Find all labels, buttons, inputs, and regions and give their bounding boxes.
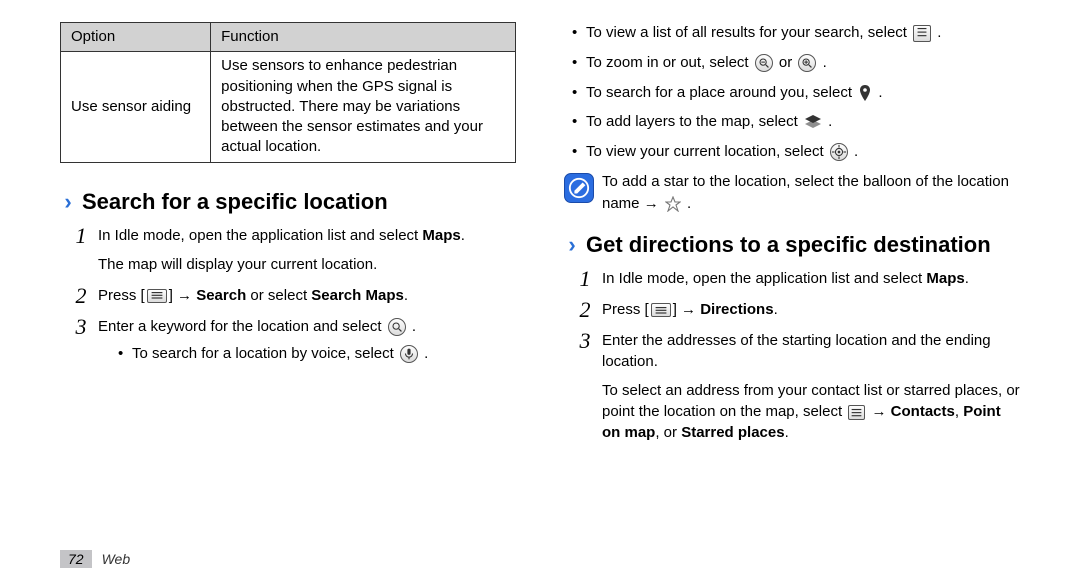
- bullet-item: To search for a location by voice, selec…: [118, 343, 516, 364]
- step-text: Enter a keyword for the location and sel…: [98, 318, 386, 335]
- option-starred-places: Starred places: [681, 424, 784, 441]
- step-item: 1 In Idle mode, open the application lis…: [78, 225, 516, 275]
- bullet-item: To search for a place around you, select…: [572, 82, 1020, 104]
- step-item: 2 Press [ ] → Directions.: [582, 299, 1020, 320]
- step-item: 1 In Idle mode, open the application lis…: [582, 268, 1020, 289]
- my-location-icon: [830, 143, 848, 161]
- chevron-right-icon: ›: [60, 189, 76, 215]
- section-heading: Get directions to a specific destination: [586, 232, 991, 258]
- step-item: 3 Enter the addresses of the starting lo…: [582, 330, 1020, 443]
- step-item: 3 Enter a keyword for the location and s…: [78, 316, 516, 364]
- step-sub-text: The map will display your current locati…: [98, 254, 516, 275]
- step-sub-text: To select an address from your contact l…: [602, 380, 1020, 443]
- app-name-maps: Maps: [422, 227, 460, 244]
- section-search-location: › Search for a specific location: [60, 189, 516, 215]
- bullet-item: To zoom in or out, select or .: [572, 52, 1020, 74]
- section-heading: Search for a specific location: [82, 189, 388, 215]
- bullet-item: To add layers to the map, select .: [572, 111, 1020, 133]
- note-box: To add a star to the location, select th…: [564, 171, 1020, 215]
- menu-key-icon: [147, 289, 167, 303]
- bullet-item: To view your current location, select .: [572, 141, 1020, 163]
- page-number: 72: [60, 550, 92, 568]
- option-cell: Use sensor aiding: [61, 52, 211, 162]
- table-row: Use sensor aiding Use sensors to enhance…: [61, 52, 516, 162]
- zoom-in-icon: [798, 54, 816, 72]
- list-icon: [848, 405, 865, 420]
- search-maps-label: Search Maps: [311, 287, 404, 304]
- table-header-function: Function: [211, 23, 516, 52]
- step-text: Press [: [98, 287, 145, 304]
- step-text: In Idle mode, open the application list …: [98, 227, 422, 244]
- bullet-list: To search for a location by voice, selec…: [118, 343, 516, 364]
- microphone-icon: [400, 345, 418, 363]
- menu-directions: Directions: [700, 301, 773, 318]
- bullet-list: To view a list of all results for your s…: [572, 22, 1020, 163]
- menu-key-icon: [651, 303, 671, 317]
- bullet-item: To view a list of all results for your s…: [572, 22, 1020, 44]
- menu-search: Search: [196, 287, 246, 304]
- chevron-right-icon: ›: [564, 232, 580, 258]
- option-contacts: Contacts: [891, 403, 955, 420]
- table-header-option: Option: [61, 23, 211, 52]
- places-icon: [858, 84, 872, 102]
- star-icon: [665, 196, 681, 212]
- section-directions: › Get directions to a specific destinati…: [564, 232, 1020, 258]
- section-label: Web: [102, 551, 131, 567]
- search-icon: [388, 318, 406, 336]
- zoom-out-icon: [755, 54, 773, 72]
- options-table: Option Function Use sensor aiding Use se…: [60, 22, 516, 163]
- layers-icon: [804, 114, 822, 130]
- left-column: Option Function Use sensor aiding Use se…: [60, 22, 516, 542]
- list-results-icon: [913, 25, 931, 42]
- app-name-maps: Maps: [926, 270, 964, 287]
- function-cell: Use sensors to enhance pedestrian positi…: [211, 52, 516, 162]
- right-column: To view a list of all results for your s…: [564, 22, 1020, 542]
- note-text: To add a star to the location, select th…: [602, 171, 1020, 215]
- steps-list: 1 In Idle mode, open the application lis…: [582, 268, 1020, 443]
- page-footer: 72 Web: [60, 550, 130, 568]
- note-icon: [564, 173, 594, 203]
- step-item: 2 Press [ ] → Search or select Search Ma…: [78, 285, 516, 306]
- steps-list: 1 In Idle mode, open the application lis…: [78, 225, 516, 364]
- two-column-layout: Option Function Use sensor aiding Use se…: [60, 22, 1020, 542]
